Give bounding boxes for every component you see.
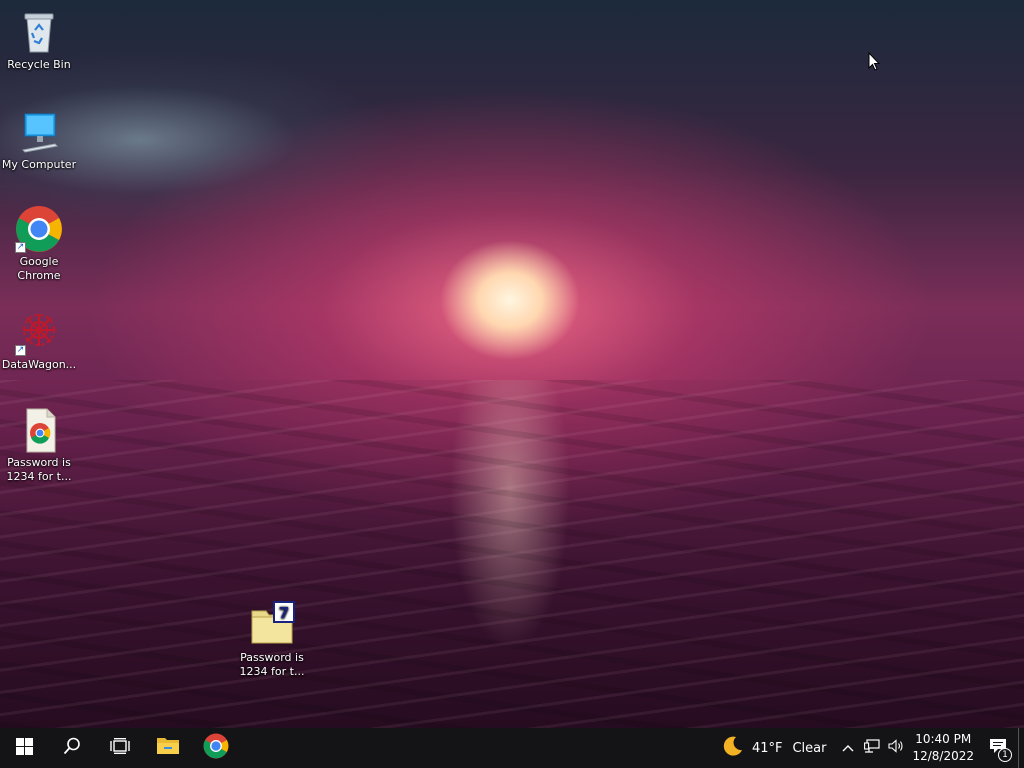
desktop-icon-password-file-1[interactable]: Password is 1234 for t... [0, 406, 78, 484]
chevron-up-icon [842, 741, 854, 756]
clock-date: 12/8/2022 [912, 749, 974, 763]
clock[interactable]: 10:40 PM 12/8/2022 [908, 728, 978, 768]
task-view-icon [110, 738, 130, 758]
task-view-button[interactable] [96, 728, 144, 768]
weather-temperature: 41°F [751, 740, 783, 756]
chrome-icon [203, 733, 229, 763]
mouse-cursor-icon [868, 51, 881, 75]
chrome-icon: ↗ [15, 205, 63, 253]
show-desktop-button[interactable] [1018, 728, 1024, 768]
start-button[interactable] [0, 728, 48, 768]
windows-logo-icon [15, 737, 33, 759]
computer-icon [15, 108, 63, 156]
taskbar: 41°F Clear 10:40 PM 12/8/2022 1 [0, 728, 1024, 768]
action-center-button[interactable]: 1 [978, 728, 1018, 768]
network-icon [864, 739, 881, 757]
chrome-taskbar-button[interactable] [192, 728, 240, 768]
clock-time: 10:40 PM [915, 732, 972, 746]
wallpaper-water [0, 380, 1024, 728]
desktop-icon-label: DataWagon... [1, 358, 77, 371]
moon-icon [722, 735, 744, 761]
desktop-icon-label: Recycle Bin [7, 58, 71, 71]
7zip-archive-icon: 7 [248, 601, 296, 649]
recycle-bin-icon [15, 8, 63, 56]
chrome-html-file-icon [15, 406, 63, 454]
search-icon [63, 737, 81, 759]
desktop-icon-label: Password is 1234 for t... [239, 651, 305, 678]
file-explorer-taskbar-button[interactable] [144, 728, 192, 768]
svg-text:7: 7 [279, 604, 289, 622]
show-hidden-icons-button[interactable] [836, 728, 860, 768]
desktop-icon-password-file-2[interactable]: 7 Password is 1234 for t... [233, 601, 311, 679]
system-tray: 41°F Clear 10:40 PM 12/8/2022 1 [718, 728, 1024, 768]
weather-condition: Clear [792, 740, 827, 756]
desktop-icon-label: Password is 1234 for t... [6, 456, 72, 483]
desktop-icon-recycle-bin[interactable]: Recycle Bin [0, 8, 78, 72]
search-button[interactable] [48, 728, 96, 768]
datawagon-icon: ↗ [15, 308, 63, 356]
desktop-icon-my-computer[interactable]: My Computer [0, 108, 78, 172]
notification-count-badge: 1 [998, 748, 1012, 762]
volume-button[interactable] [884, 728, 908, 768]
shortcut-arrow-icon: ↗ [15, 242, 26, 253]
desktop-icon-google-chrome[interactable]: ↗ Google Chrome [0, 205, 78, 283]
desktop-icon-label: My Computer [1, 158, 77, 171]
desktop-icon-datawagon[interactable]: ↗ DataWagon... [0, 308, 78, 372]
shortcut-arrow-icon: ↗ [15, 345, 26, 356]
network-button[interactable] [860, 728, 884, 768]
weather-widget[interactable]: 41°F Clear [718, 728, 837, 768]
desktop-icon-label: Google Chrome [17, 255, 61, 282]
folder-icon [156, 736, 180, 760]
speaker-icon [888, 739, 904, 757]
